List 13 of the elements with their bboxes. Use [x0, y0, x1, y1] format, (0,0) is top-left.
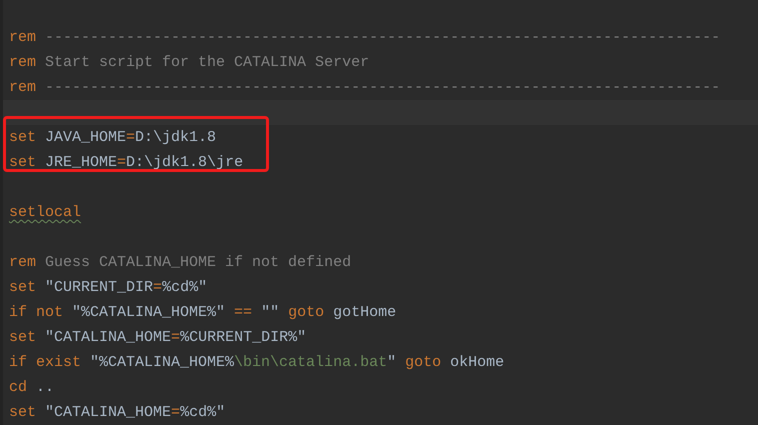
code-line: if not "%CATALINA_HOME%" == "" goto gotHome — [8, 303, 398, 323]
code-line: cd .. — [8, 378, 56, 398]
code-line: rem Guess CATALINA_HOME if not defined — [8, 253, 352, 273]
code-line: if exist "%CATALINA_HOME%\bin\catalina.bat" goto okHome — [8, 353, 506, 373]
code-line: set "CATALINA_HOME=%cd%" — [8, 403, 226, 423]
code-line: set "CURRENT_DIR=%cd%" — [8, 278, 208, 298]
code-line: rem Start script for the CATALINA Server — [8, 53, 370, 73]
code-line: setlocal — [8, 203, 82, 223]
code-line: rem --------------------------------------------------------------------------- — [8, 28, 722, 48]
code-line: rem --------------------------------------------------------------------------- — [8, 78, 722, 98]
code-line: set JRE_HOME=D:\jdk1.8\jre — [8, 153, 244, 173]
code-line: set JAVA_HOME=D:\jdk1.8 — [8, 128, 218, 148]
code-line: set "CATALINA_HOME=%CURRENT_DIR%" — [8, 328, 308, 348]
